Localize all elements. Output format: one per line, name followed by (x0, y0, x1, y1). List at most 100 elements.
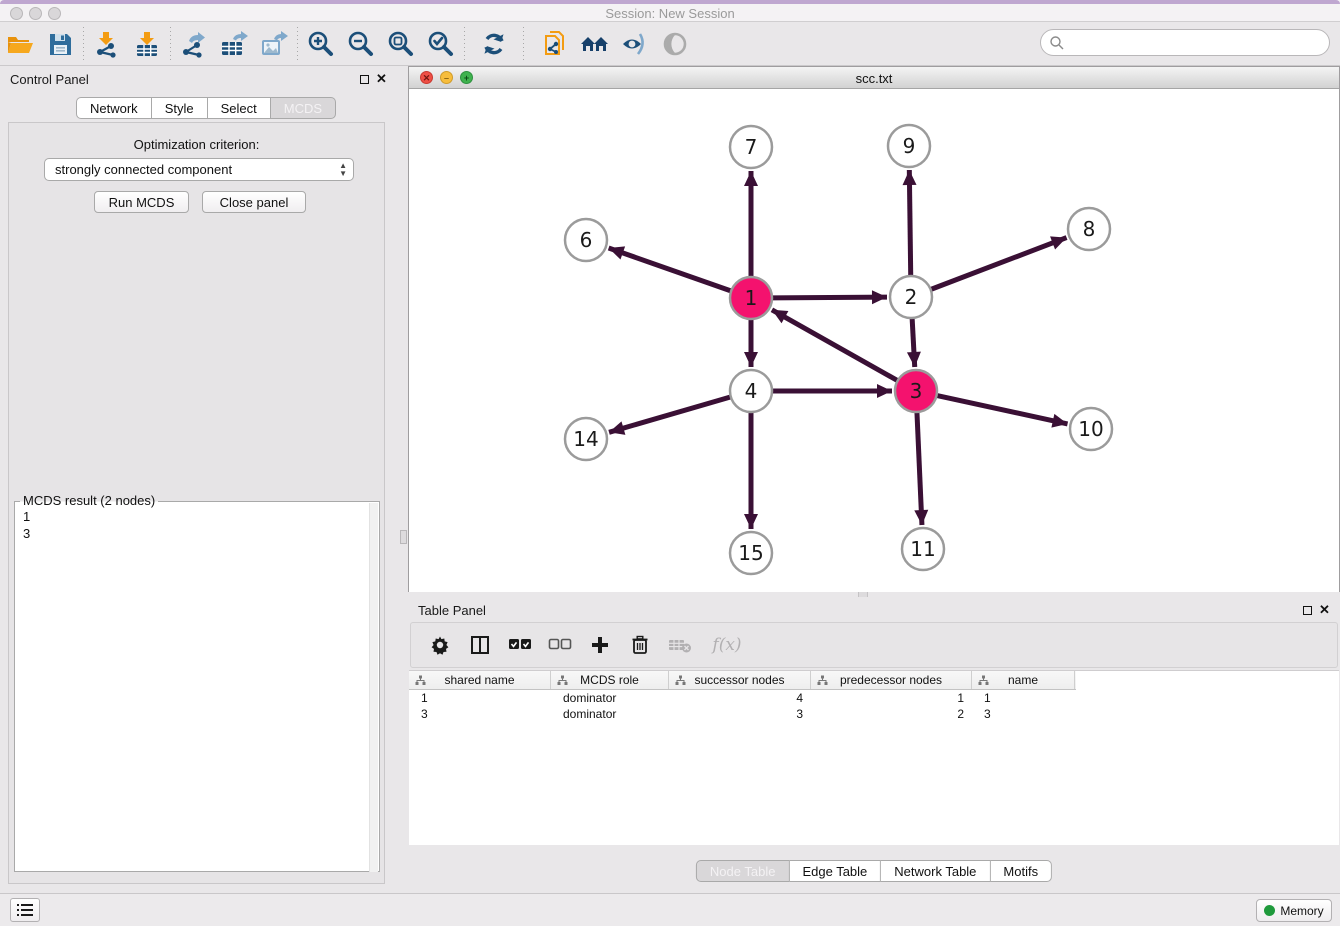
zoom-selected-button[interactable] (421, 26, 461, 62)
search-input[interactable] (1065, 33, 1329, 53)
cell-MCDS-role[interactable]: dominator (551, 690, 669, 706)
cell-successor-nodes[interactable]: 4 (669, 690, 811, 706)
splitter-grip[interactable] (400, 530, 407, 544)
zoom-fit-icon (387, 30, 415, 58)
table-panel-title: Table Panel (418, 603, 486, 618)
close-panel-button[interactable]: Close panel (202, 191, 306, 213)
birds-eye-button[interactable] (655, 26, 695, 62)
tab-node-table[interactable]: Node Table (696, 860, 790, 882)
column-header-label: MCDS role (580, 673, 639, 687)
table-settings-button[interactable] (427, 632, 453, 658)
delete-row-button[interactable] (627, 632, 653, 658)
column-header-label: successor nodes (694, 673, 784, 687)
export-network-button[interactable] (174, 26, 214, 62)
cell-name[interactable]: 3 (972, 706, 1075, 722)
tab-select[interactable]: Select (208, 97, 271, 119)
network-window-titlebar[interactable]: ✕ – + scc.txt (409, 67, 1339, 89)
graph-edge-1-6[interactable] (609, 248, 732, 291)
graph-edge-3-11[interactable] (917, 412, 922, 525)
control-panel-close-icon[interactable]: ✕ (376, 74, 387, 84)
graph-edge-4-14[interactable] (609, 397, 731, 432)
eye-slash-icon (620, 31, 650, 57)
zoom-in-button[interactable] (301, 26, 341, 62)
toolbar-separator (83, 27, 84, 61)
dropdown-arrows-icon: ▲▼ (339, 162, 347, 178)
graph-node-label-11: 11 (910, 537, 935, 561)
tab-style[interactable]: Style (152, 97, 208, 119)
node-table: shared name MCDS role successor nodes prede… (409, 670, 1339, 845)
column-header-shared-name[interactable]: shared name (409, 671, 551, 689)
graph-edge-2-3[interactable] (912, 318, 915, 367)
memory-button[interactable]: Memory (1256, 899, 1332, 922)
network-view-window: ✕ – + scc.txt 1234678910111415 (408, 66, 1340, 592)
tab-network-table[interactable]: Network Table (881, 860, 990, 882)
cell-successor-nodes[interactable]: 3 (669, 706, 811, 722)
cell-shared-name[interactable]: 1 (409, 690, 551, 706)
column-header-name[interactable]: name (972, 671, 1075, 689)
split-columns-icon (470, 635, 490, 655)
tab-network[interactable]: Network (76, 97, 152, 119)
cell-shared-name[interactable]: 3 (409, 706, 551, 722)
cell-predecessor-nodes[interactable]: 1 (811, 690, 972, 706)
tab-motifs[interactable]: Motifs (990, 860, 1052, 882)
criterion-dropdown[interactable]: strongly connected component ▲▼ (44, 158, 354, 181)
vertical-splitter[interactable] (400, 66, 408, 893)
table-panel-close-icon[interactable]: ✕ (1319, 605, 1330, 615)
graph-node-label-15: 15 (738, 541, 763, 565)
column-header-MCDS-role[interactable]: MCDS role (551, 671, 669, 689)
search-icon (1049, 35, 1065, 51)
table-panel-float-icon[interactable] (1303, 606, 1312, 615)
graph-node-label-7: 7 (745, 135, 758, 159)
tab-edge-table[interactable]: Edge Table (789, 860, 881, 882)
graph-edge-1-2[interactable] (772, 297, 887, 298)
graph-edge-2-9[interactable] (909, 170, 910, 276)
result-scrollbar[interactable] (369, 503, 378, 872)
open-session-button[interactable] (0, 26, 40, 62)
mcds-result-text[interactable]: 1 3 (23, 508, 30, 542)
run-mcds-button[interactable]: Run MCDS (94, 191, 189, 213)
graph-node-label-6: 6 (580, 228, 593, 252)
control-panel-float-icon[interactable] (360, 75, 369, 84)
export-table-button[interactable] (214, 26, 254, 62)
export-image-button[interactable] (254, 26, 294, 62)
window-title: Session: New Session (0, 6, 1340, 21)
delete-table-button[interactable] (667, 632, 693, 658)
import-table-button[interactable] (127, 26, 167, 62)
status-bar: Memory (0, 893, 1340, 926)
network-home-button[interactable] (575, 26, 615, 62)
column-header-successor-nodes[interactable]: successor nodes (669, 671, 811, 689)
toolbar-separator (523, 27, 524, 61)
network-graph[interactable]: 1234678910111415 (409, 89, 1339, 592)
save-session-button[interactable] (40, 26, 80, 62)
graph-edge-2-8[interactable] (931, 238, 1067, 290)
graph-edge-3-10[interactable] (937, 395, 1068, 423)
graph-edge-3-1[interactable] (772, 310, 898, 381)
task-history-button[interactable] (10, 898, 40, 922)
refresh-button[interactable] (474, 26, 514, 62)
add-row-button[interactable] (587, 632, 613, 658)
hide-details-button[interactable] (615, 26, 655, 62)
cell-predecessor-nodes[interactable]: 2 (811, 706, 972, 722)
tab-mcds[interactable]: MCDS (271, 97, 336, 119)
cell-MCDS-role[interactable]: dominator (551, 706, 669, 722)
column-header-predecessor-nodes[interactable]: predecessor nodes (811, 671, 972, 689)
toolbar-separator (170, 27, 171, 61)
select-all-button[interactable] (507, 632, 533, 658)
zoom-out-button[interactable] (341, 26, 381, 62)
zoom-in-icon (307, 30, 335, 58)
column-header-label: name (1008, 673, 1038, 687)
unselect-all-button[interactable] (547, 632, 573, 658)
split-columns-button[interactable] (467, 632, 493, 658)
select-all-icon (508, 638, 532, 652)
table-row: 3dominator323 (409, 706, 1339, 722)
import-network-button[interactable] (87, 26, 127, 62)
cell-name[interactable]: 1 (972, 690, 1075, 706)
toolbar-separator (297, 27, 298, 61)
graph-node-label-4: 4 (745, 379, 758, 403)
zoom-fit-button[interactable] (381, 26, 421, 62)
clone-network-button[interactable] (535, 26, 575, 62)
criterion-value: strongly connected component (55, 162, 232, 177)
function-builder-button[interactable]: f(x) (707, 632, 747, 658)
graph-node-label-3: 3 (910, 379, 923, 403)
import-table-icon (133, 30, 161, 58)
